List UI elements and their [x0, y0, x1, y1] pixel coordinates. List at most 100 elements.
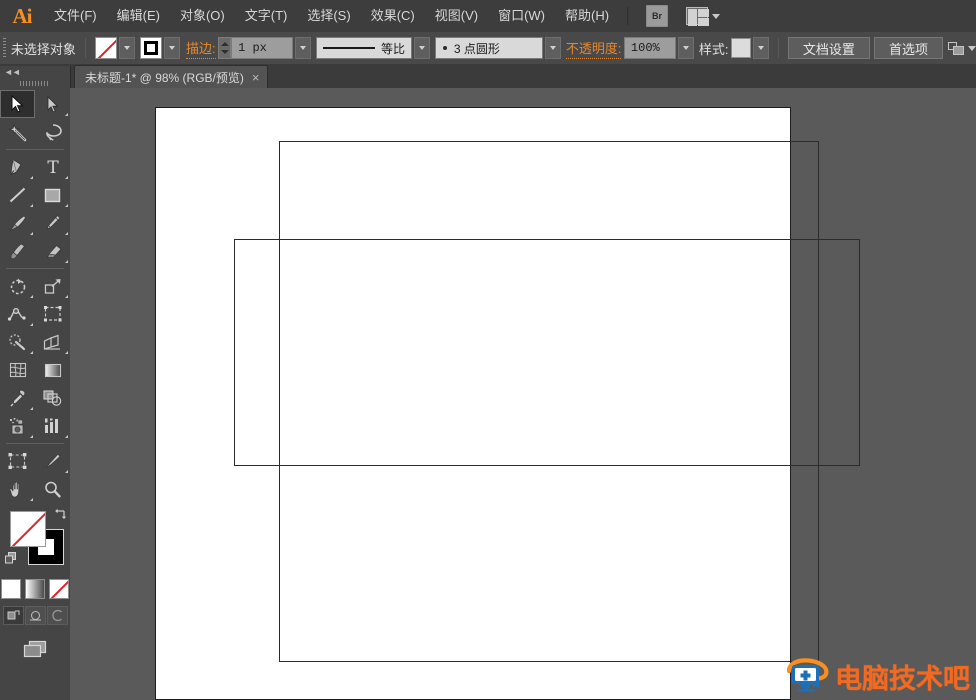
color-button[interactable] — [1, 579, 21, 599]
zoom-tool[interactable] — [35, 475, 70, 503]
collapse-panel-icon[interactable]: ◄◄ — [4, 67, 21, 77]
menu-type[interactable]: 文字(T) — [235, 0, 298, 32]
stroke-weight-input[interactable]: 1 px — [231, 37, 294, 59]
control-bar: 未选择对象 描边: 1 px 等比 3 点圆形 不透明度: 100% 样式: 文… — [0, 32, 976, 65]
stroke-swatch[interactable] — [140, 37, 163, 59]
line-segment-tool[interactable] — [0, 181, 35, 209]
menu-edit[interactable]: 编辑(E) — [107, 0, 170, 32]
stroke-control[interactable] — [140, 37, 181, 59]
mesh-tool[interactable] — [0, 356, 35, 384]
tool-flyout-indicator — [65, 435, 68, 438]
no-color-swatch[interactable] — [95, 37, 118, 59]
align-to-control[interactable] — [947, 41, 976, 55]
graphic-style-swatch[interactable] — [730, 38, 751, 58]
close-icon[interactable]: × — [252, 71, 260, 84]
artboard-tool[interactable] — [0, 447, 35, 475]
tools-panel-header[interactable]: ◄◄ — [0, 66, 70, 78]
menu-view[interactable]: 视图(V) — [425, 0, 488, 32]
tools-divider — [6, 268, 64, 269]
none-button[interactable] — [49, 579, 69, 599]
menu-window[interactable]: 窗口(W) — [488, 0, 555, 32]
tool-flyout-indicator — [30, 176, 33, 179]
scale-tool[interactable] — [35, 272, 70, 300]
tools-panel: ◄◄ T — [0, 66, 71, 700]
style-label: 样式: — [698, 41, 729, 57]
opacity-dropdown-button[interactable] — [677, 37, 694, 59]
brush-definition-field[interactable]: 3 点圆形 — [434, 37, 543, 59]
draw-normal-button[interactable] — [2, 606, 24, 625]
gradient-tool[interactable] — [35, 356, 70, 384]
drawing-mode-buttons — [0, 606, 70, 625]
blend-tool[interactable] — [35, 384, 70, 412]
graphic-style-control[interactable] — [730, 37, 769, 59]
symbol-sprayer-tool[interactable] — [0, 412, 35, 440]
slice-tool[interactable] — [35, 447, 70, 475]
illustrator-window: Ai 文件(F) 编辑(E) 对象(O) 文字(T) 选择(S) 效果(C) 视… — [0, 0, 976, 700]
stroke-dropdown-button[interactable] — [164, 37, 181, 59]
selection-tool[interactable] — [0, 90, 35, 118]
pen-tool[interactable] — [0, 153, 35, 181]
stroke-weight-dropdown-button[interactable] — [295, 37, 312, 59]
perspective-grid-tool[interactable] — [35, 328, 70, 356]
canvas-area[interactable] — [70, 88, 976, 700]
brush-preview-icon — [442, 46, 447, 50]
draw-behind-button[interactable] — [24, 606, 46, 625]
menu-help[interactable]: 帮助(H) — [555, 0, 619, 32]
rotate-tool[interactable] — [0, 272, 35, 300]
change-screen-mode-button[interactable] — [0, 639, 70, 659]
fill-color-box[interactable] — [10, 511, 46, 547]
shape-builder-tool[interactable] — [0, 328, 35, 356]
width-tool[interactable] — [0, 300, 35, 328]
rectangle-horizontal[interactable] — [234, 239, 860, 466]
artboard[interactable] — [155, 107, 860, 700]
menu-effect[interactable]: 效果(C) — [361, 0, 425, 32]
tool-flyout-indicator — [30, 204, 33, 207]
menu-object[interactable]: 对象(O) — [170, 0, 235, 32]
column-graph-tool[interactable] — [35, 412, 70, 440]
gradient-button[interactable] — [25, 579, 45, 599]
brush-definition-label: 3 点圆形 — [453, 41, 500, 56]
width-profile-dropdown-button[interactable] — [413, 37, 430, 59]
rectangle-tool[interactable] — [35, 181, 70, 209]
free-transform-tool[interactable] — [35, 300, 70, 328]
type-tool[interactable]: T — [35, 153, 70, 181]
brush-definition-dropdown-button[interactable] — [544, 37, 561, 59]
magic-wand-tool[interactable] — [0, 118, 35, 146]
blob-brush-tool[interactable] — [0, 237, 35, 265]
stroke-panel-link[interactable]: 描边: — [185, 38, 216, 59]
menu-select[interactable]: 选择(S) — [297, 0, 360, 32]
fill-control[interactable] — [95, 37, 136, 59]
opacity-control[interactable]: 100% — [623, 37, 694, 59]
brush-definition-control[interactable]: 3 点圆形 — [434, 37, 561, 59]
swap-fill-stroke-icon[interactable] — [54, 507, 68, 521]
direct-selection-tool[interactable] — [35, 90, 70, 118]
hand-tool[interactable] — [0, 475, 35, 503]
lasso-tool[interactable] — [35, 118, 70, 146]
preferences-button[interactable]: 首选项 — [874, 37, 944, 59]
eraser-tool[interactable] — [35, 237, 70, 265]
eyedropper-tool[interactable] — [0, 384, 35, 412]
tools-panel-grip[interactable] — [20, 81, 50, 86]
width-profile-field[interactable]: 等比 — [315, 37, 412, 59]
opacity-input[interactable]: 100% — [623, 37, 676, 59]
pencil-tool[interactable] — [35, 209, 70, 237]
graphic-style-dropdown-button[interactable] — [752, 37, 769, 59]
menu-file[interactable]: 文件(F) — [44, 0, 107, 32]
document-tab-strip: 未标题-1* @ 98% (RGB/预览) × — [0, 64, 976, 89]
stroke-weight-control[interactable]: 1 px — [218, 37, 312, 59]
document-setup-button[interactable]: 文档设置 — [787, 37, 870, 59]
menu-divider — [627, 7, 629, 25]
arrange-documents-button[interactable] — [686, 7, 721, 26]
draw-inside-button[interactable] — [46, 606, 68, 625]
bridge-button[interactable]: Br — [646, 5, 669, 27]
tool-flyout-indicator — [30, 323, 33, 326]
fill-dropdown-button[interactable] — [119, 37, 136, 59]
document-tab[interactable]: 未标题-1* @ 98% (RGB/预览) × — [74, 65, 269, 88]
stroke-weight-stepper[interactable] — [218, 37, 232, 59]
tool-flyout-indicator — [65, 470, 68, 473]
paintbrush-tool[interactable] — [0, 209, 35, 237]
default-fill-stroke-icon[interactable] — [4, 551, 18, 565]
opacity-panel-link[interactable]: 不透明度: — [565, 38, 622, 59]
control-bar-grip[interactable] — [3, 38, 6, 58]
width-profile-control[interactable]: 等比 — [315, 37, 430, 59]
